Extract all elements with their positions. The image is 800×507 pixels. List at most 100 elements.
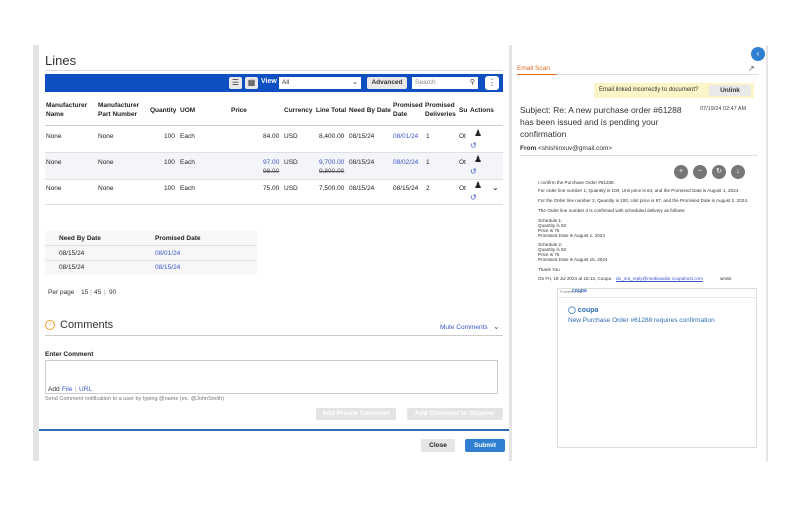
comments-icon: ○ bbox=[45, 320, 55, 330]
cell-deliveries: 1 bbox=[426, 133, 430, 140]
attach-file-link[interactable]: File bbox=[62, 386, 72, 393]
cell-mfr-part: None bbox=[98, 133, 114, 140]
col-header-uom: UOM bbox=[180, 107, 196, 114]
cell-mfr-part: None bbox=[98, 159, 114, 166]
col-header-price: Price bbox=[231, 107, 247, 114]
zoom-out-icon[interactable]: − bbox=[693, 165, 707, 179]
purchase-order-link[interactable]: New Purchase Order #61288 requires confi… bbox=[568, 317, 715, 324]
cell-need-by: 08/15/24 bbox=[349, 133, 375, 140]
cell-uom: Each bbox=[180, 185, 195, 192]
col-header-currency: Currency bbox=[284, 107, 313, 114]
row-divider bbox=[45, 179, 503, 180]
divider bbox=[45, 70, 503, 71]
email-body-line: For order line number 1, Quantity is 100… bbox=[538, 188, 740, 193]
cell-quantity: 100 bbox=[164, 185, 175, 192]
per-page-option-45[interactable]: 45 bbox=[94, 289, 101, 296]
col-header-manufacturer-part: Manufacturer Part Number bbox=[98, 102, 140, 118]
schedule-table: Need By Date Promised Date 08/15/24 08/0… bbox=[45, 231, 257, 275]
cell-quantity: 100 bbox=[164, 159, 175, 166]
email-body-line: The Order line number 3 is confirmed wit… bbox=[538, 208, 686, 213]
list-view-icon[interactable]: ☰ bbox=[229, 77, 242, 89]
lines-toolbar: ☰ ▦ View All ⌄ Advanced Search ⚲ ⋮ bbox=[45, 74, 503, 92]
undo-icon[interactable]: ↺ bbox=[470, 193, 477, 202]
user-add-icon[interactable]: ♟ bbox=[474, 181, 482, 190]
reply-email-link[interactable]: do_not_reply@mediasailor.coupahost.com bbox=[616, 276, 703, 282]
separator: | bbox=[104, 289, 106, 296]
row-divider bbox=[45, 204, 503, 205]
user-add-icon[interactable]: ♟ bbox=[474, 129, 482, 138]
cell-currency: USD bbox=[284, 133, 298, 140]
collapse-panel-button[interactable]: ‹ bbox=[751, 47, 765, 61]
download-icon[interactable]: ↓ bbox=[731, 165, 745, 179]
add-comment-to-supplier-button[interactable]: Add Comment to Supplier bbox=[407, 408, 503, 420]
from-label: From bbox=[520, 145, 537, 152]
email-body-line: Thank You bbox=[538, 267, 560, 272]
cell-price: 97.00 bbox=[263, 159, 280, 166]
popout-icon[interactable]: ↗ bbox=[748, 64, 755, 73]
cell-need-by: 08/15/24 bbox=[349, 185, 375, 192]
mute-comments-link[interactable]: Mute Comments bbox=[440, 324, 488, 331]
tab-email-scan[interactable]: Email Scan bbox=[517, 65, 550, 72]
attach-url-link[interactable]: URL bbox=[79, 386, 92, 393]
separator: | bbox=[75, 386, 77, 393]
comment-textarea[interactable]: Add File | URL bbox=[45, 360, 498, 394]
schedule-need-by: 08/15/24 bbox=[59, 264, 85, 271]
footer-divider bbox=[39, 429, 509, 431]
cell-mfr-name: None bbox=[46, 133, 62, 140]
schedule-promised[interactable]: 08/15/24 bbox=[155, 263, 180, 272]
schedule-promised[interactable]: 08/01/24 bbox=[155, 249, 180, 258]
email-from: From <shishinxuv@gmail.com> bbox=[520, 145, 612, 152]
col-header-promised-date: Promised Date bbox=[393, 102, 423, 118]
per-page-option-15[interactable]: 15 bbox=[81, 289, 88, 296]
cell-price-old: 98.00 bbox=[263, 168, 280, 175]
cell-currency: USD bbox=[284, 159, 298, 166]
chevron-down-icon[interactable]: ⌄ bbox=[492, 183, 499, 192]
rotate-icon[interactable]: ↻ bbox=[712, 165, 726, 179]
coupa-logo: ◯ coupa bbox=[568, 306, 598, 314]
view-label: View bbox=[261, 78, 277, 85]
col-header-promised-deliveries: Promised Deliveries bbox=[425, 102, 456, 118]
unlink-button[interactable]: Unlink bbox=[709, 85, 751, 96]
divider bbox=[558, 297, 756, 298]
zoom-in-icon[interactable]: + bbox=[674, 165, 688, 179]
add-private-comment-button[interactable]: Add Private Comment bbox=[316, 408, 396, 420]
close-button[interactable]: Close bbox=[421, 439, 455, 452]
grid-view-icon[interactable]: ▦ bbox=[245, 77, 258, 89]
search-input[interactable]: Search ⚲ bbox=[412, 77, 478, 89]
undo-icon[interactable]: ↺ bbox=[470, 141, 477, 150]
coupa-logo-text: coupa bbox=[577, 307, 599, 314]
per-page-option-90[interactable]: 90 bbox=[109, 289, 116, 296]
more-options-icon[interactable]: ⋮ bbox=[485, 76, 499, 90]
view-select-value: All bbox=[282, 79, 290, 86]
cell-need-by: 08/15/24 bbox=[349, 159, 375, 166]
col-header-quantity: Quantity bbox=[150, 107, 177, 114]
undo-icon[interactable]: ↺ bbox=[470, 167, 477, 176]
schedule-header-promised: Promised Date bbox=[155, 235, 201, 242]
row-divider bbox=[45, 245, 257, 246]
coupa-small-logo: coupa bbox=[572, 288, 587, 294]
col-header-line-total: Line Total bbox=[316, 107, 347, 114]
cell-su: Ot bbox=[459, 133, 466, 140]
cell-deliveries: 2 bbox=[426, 185, 430, 192]
advanced-button[interactable]: Advanced bbox=[367, 77, 407, 89]
cell-promised-date[interactable]: 08/02/24 bbox=[393, 158, 418, 167]
chevron-down-icon[interactable]: ⌄ bbox=[493, 322, 500, 331]
cell-promised-date[interactable]: 08/01/24 bbox=[393, 132, 418, 141]
cell-price: 75.00 bbox=[263, 185, 280, 192]
email-body-line: On Fri, 19 Jul 2024 at 15:13, Coupa bbox=[538, 276, 612, 281]
mention-hint: Send Comment notification to a user by t… bbox=[45, 396, 224, 402]
tab-active-indicator bbox=[517, 74, 557, 75]
view-select[interactable]: All ⌄ bbox=[279, 77, 361, 89]
cell-mfr-part: None bbox=[98, 185, 114, 192]
search-icon[interactable]: ⚲ bbox=[470, 77, 475, 89]
divider bbox=[520, 155, 758, 156]
cell-line-total: 8,400.00 bbox=[319, 133, 345, 140]
order-panel: Lines ☰ ▦ View All ⌄ Advanced Search ⚲ ⋮… bbox=[39, 45, 509, 461]
divider bbox=[45, 335, 503, 336]
cell-line-total-old: 9,800.00 bbox=[319, 168, 345, 175]
user-add-icon[interactable]: ♟ bbox=[474, 155, 482, 164]
submit-button[interactable]: Submit bbox=[465, 439, 505, 452]
email-body-line: I confirm the Purchase Order #61288. bbox=[538, 180, 615, 185]
comments-title: Comments bbox=[60, 319, 114, 331]
cell-uom: Each bbox=[180, 159, 195, 166]
